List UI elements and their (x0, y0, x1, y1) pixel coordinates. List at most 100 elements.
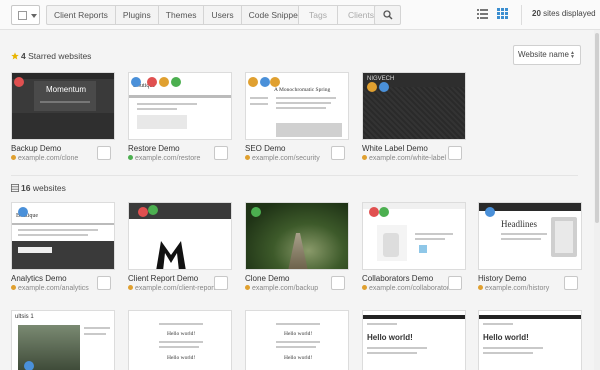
site-select-checkbox[interactable] (448, 276, 462, 290)
site-badge (24, 361, 34, 370)
thumb-title: Hello world! (167, 331, 196, 337)
bulk-select-checkbox[interactable] (11, 5, 40, 25)
status-dot (128, 285, 133, 290)
site-name[interactable]: Backup Demo (11, 144, 96, 154)
tab-users[interactable]: Users (204, 6, 242, 24)
site-badge (248, 77, 258, 87)
checkbox-square (18, 11, 27, 20)
site-select-checkbox[interactable] (331, 276, 345, 290)
site-name[interactable]: History Demo (478, 274, 563, 284)
site-url[interactable]: example.com/backup (245, 284, 330, 294)
site-name[interactable]: Client Report Demo (128, 274, 213, 284)
status-dot (362, 155, 367, 160)
site-thumbnail[interactable]: Momentum (11, 72, 115, 140)
search-icon (383, 10, 393, 20)
site-badge (148, 205, 158, 215)
site-url[interactable]: example.com/history (478, 284, 563, 294)
site-thumbnail[interactable]: Hello world! Hello world! (128, 310, 232, 370)
site-badge (379, 82, 389, 92)
site-label: Collaborators Demo example.com/collabora… (362, 274, 453, 294)
site-label: Analytics Demo example.com/analytics (11, 274, 96, 294)
site-select-checkbox[interactable] (564, 276, 578, 290)
status-dot (362, 285, 367, 290)
sites-displayed-count: 20 sites displayed (532, 9, 596, 18)
status-dot (128, 155, 133, 160)
site-name[interactable]: Clone Demo (245, 274, 330, 284)
sort-arrows-icon: ▲ ▼ (570, 50, 575, 60)
site-url[interactable]: example.com/clone (11, 154, 96, 164)
site-select-checkbox[interactable] (97, 276, 111, 290)
tab-themes[interactable]: Themes (159, 6, 205, 24)
site-url[interactable]: example.com/security (245, 154, 330, 164)
site-name[interactable]: SEO Demo (245, 144, 330, 154)
site-badge (131, 77, 141, 87)
site-label: White Label Demo example.com/white-label (362, 144, 447, 164)
status-dot (478, 285, 483, 290)
thumb-title: Hello world! (284, 331, 313, 337)
site-thumbnail[interactable]: Hello world! Hello world! (245, 310, 349, 370)
tab-client-reports[interactable]: Client Reports (47, 6, 116, 24)
search-button[interactable] (374, 5, 401, 25)
thumb-subtitle: Hello world! (284, 355, 313, 361)
site-name[interactable]: Collaborators Demo (362, 274, 447, 284)
site-label: SEO Demo example.com/security (245, 144, 330, 164)
websites-section-title: 16 websites (11, 183, 66, 193)
site-badge (159, 77, 169, 87)
site-badge (260, 77, 270, 87)
site-select-checkbox[interactable] (214, 146, 228, 160)
thumb-title: A Monochromatic Spring (274, 87, 331, 93)
site-thumbnail[interactable]: Hello world! (478, 310, 582, 370)
site-select-checkbox[interactable] (448, 146, 462, 160)
site-label: Restore Demo example.com/restore (128, 144, 213, 164)
site-url[interactable]: example.com/client-report (128, 284, 216, 294)
site-badge (147, 77, 157, 87)
site-badge (369, 207, 379, 217)
section-divider (11, 175, 578, 176)
status-dot (245, 285, 250, 290)
site-select-checkbox[interactable] (97, 146, 111, 160)
site-select-checkbox[interactable] (214, 276, 228, 290)
toolbar: Client Reports Plugins Themes Users Code… (0, 0, 600, 30)
scrollbar-thumb[interactable] (595, 33, 599, 223)
grid-view-icon[interactable] (497, 8, 508, 19)
site-url[interactable]: example.com/restore (128, 154, 213, 164)
site-thumbnail[interactable]: NIGVECH (362, 72, 466, 140)
sort-dropdown[interactable]: Website name ▲ ▼ (513, 45, 581, 65)
site-url[interactable]: example.com/collaborators (362, 284, 453, 294)
site-name[interactable]: White Label Demo (362, 144, 447, 154)
muted-tab-group: Tags Clients (298, 5, 385, 25)
filter-tab-group: Client Reports Plugins Themes Users Code… (46, 5, 313, 25)
websites-icon (11, 184, 19, 192)
site-name[interactable]: Restore Demo (128, 144, 213, 154)
toolbar-divider (521, 5, 522, 25)
status-dot (11, 285, 16, 290)
site-badge (379, 207, 389, 217)
site-badge (270, 77, 280, 87)
thumb-title: Headlines (501, 219, 537, 229)
site-url[interactable]: example.com/white-label (362, 154, 447, 164)
site-badge (367, 82, 377, 92)
site-url[interactable]: example.com/analytics (11, 284, 96, 294)
star-icon (11, 52, 19, 60)
site-label: Client Report Demo example.com/client-re… (128, 274, 216, 294)
thumb-title: Hello world! (367, 333, 413, 342)
site-thumbnail[interactable]: Hello world! (362, 310, 466, 370)
logo-mark (156, 241, 186, 269)
thumb-subtitle: Hello world! (167, 355, 196, 361)
site-name[interactable]: Analytics Demo (11, 274, 96, 284)
site-badge (14, 77, 24, 87)
site-badge (485, 207, 495, 217)
list-view-icon[interactable] (477, 8, 488, 19)
site-badge (251, 207, 261, 217)
chevron-down-icon (31, 14, 37, 18)
site-label: Backup Demo example.com/clone (11, 144, 96, 164)
site-badge (171, 77, 181, 87)
site-select-checkbox[interactable] (331, 146, 345, 160)
starred-section-title: 4 Starred websites (11, 51, 91, 61)
thumb-title: Momentum (46, 85, 87, 94)
tab-plugins[interactable]: Plugins (116, 6, 159, 24)
site-label: History Demo example.com/history (478, 274, 563, 294)
thumb-title: ultsis 1 (15, 314, 34, 320)
site-badge (138, 207, 148, 217)
tab-tags[interactable]: Tags (299, 6, 338, 24)
